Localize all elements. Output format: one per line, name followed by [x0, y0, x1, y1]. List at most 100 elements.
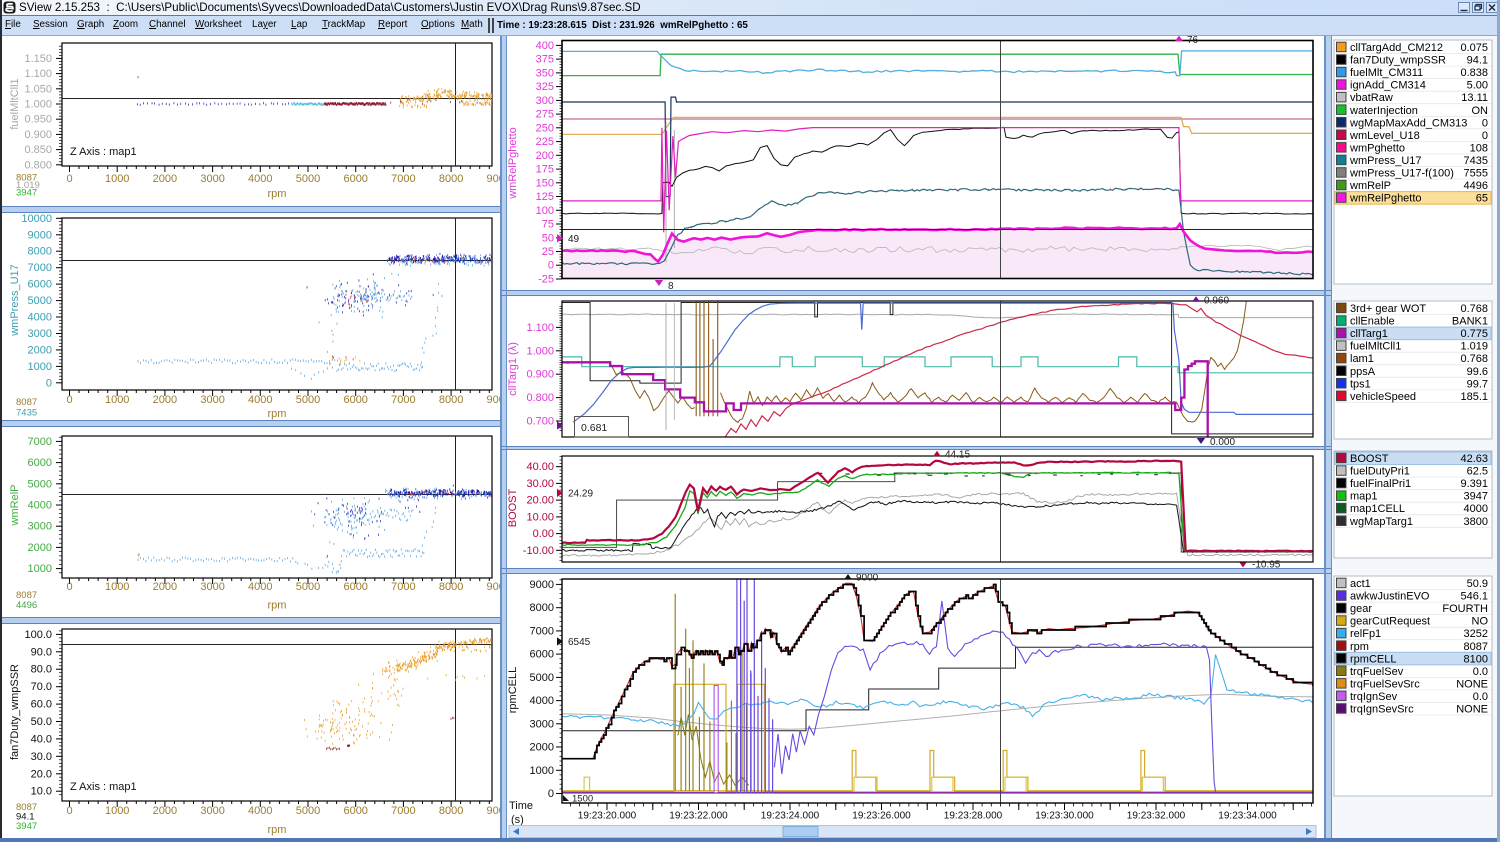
svg-text:100.0: 100.0 [24, 629, 52, 641]
svg-text:trqIgnSev: trqIgnSev [1350, 691, 1398, 703]
svg-text:fuelFinalPri1: fuelFinalPri1 [1350, 478, 1411, 490]
svg-text:2000: 2000 [28, 344, 52, 356]
svg-text:8000: 8000 [530, 602, 554, 614]
svg-text:6000: 6000 [343, 173, 367, 185]
svg-text:6545: 6545 [568, 637, 591, 648]
svg-text:62.5: 62.5 [1467, 466, 1488, 478]
svg-text:map1CELL: map1CELL [1350, 503, 1405, 515]
svg-text:30.0: 30.0 [31, 751, 52, 763]
svg-text:NONE: NONE [1456, 704, 1488, 716]
svg-text:wmLevel_U18: wmLevel_U18 [1349, 130, 1420, 142]
svg-text:-25: -25 [538, 273, 554, 285]
svg-text:9.391: 9.391 [1460, 478, 1488, 490]
svg-text:7555: 7555 [1464, 168, 1488, 180]
svg-text:5000: 5000 [296, 173, 320, 185]
svg-text:7000: 7000 [28, 262, 52, 274]
svg-text:1.019: 1.019 [1460, 341, 1488, 353]
svg-text:3000: 3000 [28, 521, 52, 533]
svg-text:wmPress_U17: wmPress_U17 [1349, 155, 1422, 167]
svg-text:19:23:28.000: 19:23:28.000 [944, 811, 1003, 822]
svg-text:24.29: 24.29 [568, 488, 593, 499]
svg-text:0.950: 0.950 [24, 114, 52, 126]
svg-text:20.00: 20.00 [526, 495, 554, 507]
svg-text:vbatRaw: vbatRaw [1350, 92, 1393, 104]
svg-text:lam1: lam1 [1350, 353, 1374, 365]
svg-text:40.00: 40.00 [526, 461, 554, 473]
svg-text:cllTarg1: cllTarg1 [1350, 328, 1388, 340]
svg-text:5000: 5000 [296, 394, 320, 406]
svg-text:90.0: 90.0 [31, 646, 52, 658]
svg-text:150: 150 [536, 177, 554, 189]
svg-text:FOURTH: FOURTH [1442, 603, 1488, 615]
svg-text:wmRelP: wmRelP [9, 485, 21, 527]
svg-text:1000: 1000 [105, 805, 129, 817]
svg-text:7000: 7000 [391, 581, 415, 593]
svg-text:7435: 7435 [1464, 155, 1488, 167]
svg-text:100: 100 [536, 205, 554, 217]
svg-text:9000: 9000 [28, 229, 52, 241]
svg-text:7435: 7435 [16, 408, 37, 419]
svg-text:60.0: 60.0 [31, 699, 52, 711]
svg-text:cllEnable: cllEnable [1350, 316, 1395, 328]
svg-text:9000: 9000 [856, 574, 879, 584]
svg-text:4000: 4000 [28, 500, 52, 512]
svg-text:fuelMltCll1: fuelMltCll1 [9, 78, 21, 129]
svg-text:wmPress_U17-f(100): wmPress_U17-f(100) [1349, 168, 1454, 180]
svg-text:4000: 4000 [248, 581, 272, 593]
svg-text:2000: 2000 [153, 805, 177, 817]
svg-text:8000: 8000 [28, 246, 52, 258]
svg-text:4000: 4000 [530, 695, 554, 707]
svg-text:300: 300 [536, 95, 554, 107]
svg-text:4000: 4000 [248, 805, 272, 817]
svg-text:-10.95: -10.95 [1252, 560, 1281, 569]
svg-text:NO: NO [1472, 616, 1489, 628]
svg-text:ppsA: ppsA [1350, 366, 1376, 378]
svg-text:8087: 8087 [16, 397, 37, 408]
svg-text:0.775: 0.775 [1460, 328, 1488, 340]
svg-text:200: 200 [536, 150, 554, 162]
svg-text:1.000: 1.000 [526, 345, 554, 357]
svg-text:30.00: 30.00 [526, 478, 554, 490]
svg-text:3947: 3947 [1464, 491, 1488, 503]
svg-text:10.0: 10.0 [31, 786, 52, 798]
svg-text:0.800: 0.800 [526, 392, 554, 404]
svg-text:5000: 5000 [296, 805, 320, 817]
svg-text:0.0: 0.0 [1473, 666, 1488, 678]
svg-text:108: 108 [1470, 142, 1488, 154]
svg-text:8000: 8000 [439, 805, 463, 817]
svg-text:0.00: 0.00 [533, 528, 554, 540]
svg-text:2000: 2000 [153, 173, 177, 185]
svg-text:fuelDutyPri1: fuelDutyPri1 [1350, 466, 1410, 478]
svg-text:1000: 1000 [28, 361, 52, 373]
svg-text:3rd+ gear WOT: 3rd+ gear WOT [1350, 303, 1426, 315]
svg-text:0.000: 0.000 [1210, 437, 1235, 446]
svg-text:1.150: 1.150 [24, 53, 52, 65]
svg-text:wmRelPghetto: wmRelPghetto [507, 127, 519, 200]
svg-text:8: 8 [668, 281, 674, 290]
svg-text:375: 375 [536, 54, 554, 66]
svg-text:19:23:26.000: 19:23:26.000 [852, 811, 911, 822]
svg-text:7000: 7000 [391, 805, 415, 817]
svg-text:0.800: 0.800 [24, 159, 52, 171]
svg-text:1000: 1000 [105, 173, 129, 185]
svg-text:3947: 3947 [16, 821, 37, 832]
svg-text:0: 0 [66, 581, 72, 593]
svg-text:BOOST: BOOST [507, 488, 519, 527]
svg-text:3800: 3800 [1464, 516, 1488, 528]
svg-text:2000: 2000 [153, 394, 177, 406]
svg-text:1500: 1500 [572, 794, 593, 805]
svg-text:350: 350 [536, 67, 554, 79]
svg-text:0.0: 0.0 [1473, 691, 1488, 703]
svg-text:6000: 6000 [343, 581, 367, 593]
svg-text:19:23:20.000: 19:23:20.000 [578, 811, 637, 822]
svg-text:40.0: 40.0 [31, 733, 52, 745]
svg-text:7000: 7000 [530, 625, 554, 637]
svg-text:275: 275 [536, 109, 554, 121]
svg-text:0: 0 [548, 788, 554, 800]
svg-text:4496: 4496 [1464, 180, 1488, 192]
svg-text:13.11: 13.11 [1461, 92, 1488, 104]
svg-text:wgMapTarg1: wgMapTarg1 [1349, 516, 1413, 528]
svg-text:3947: 3947 [16, 188, 37, 199]
svg-text:0.900: 0.900 [526, 369, 554, 381]
svg-text:wmRelPghetto: wmRelPghetto [1349, 193, 1422, 205]
